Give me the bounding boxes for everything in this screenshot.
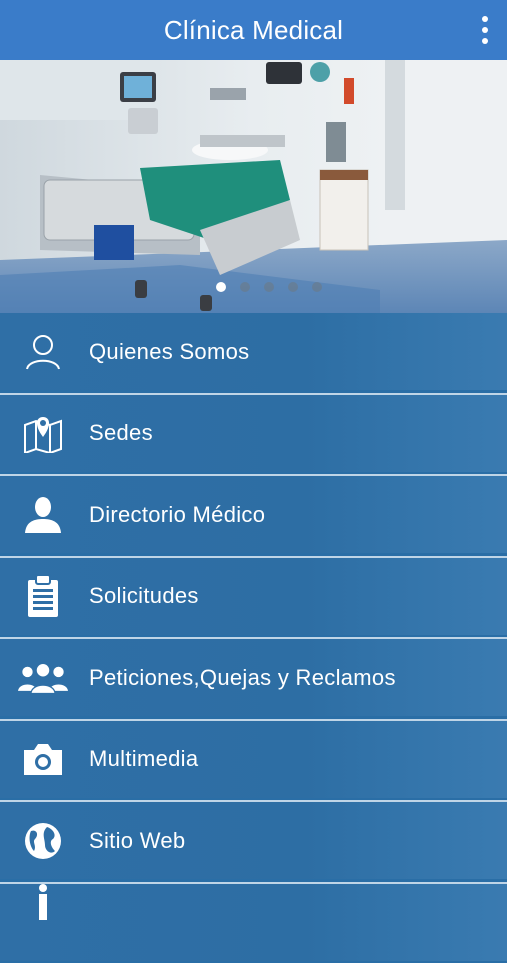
menu-item-label: Solicitudes	[89, 583, 199, 608]
carousel-pager	[0, 282, 507, 292]
hero-carousel[interactable]	[0, 60, 507, 313]
menu-item-quienes-somos[interactable]: Quienes Somos	[0, 313, 507, 390]
menu-item-label: Sitio Web	[89, 827, 186, 853]
pager-dot[interactable]	[287, 282, 298, 292]
pager-dot[interactable]	[311, 282, 322, 292]
clipboard-icon	[18, 574, 68, 618]
menu-item-sedes[interactable]: Sedes	[0, 394, 507, 472]
menu-item-peticiones[interactable]: Peticiones,Quejas y Reclamos	[0, 639, 507, 716]
menu-item-label: Peticiones,Quejas y Reclamos	[89, 664, 396, 690]
menu-item-multimedia[interactable]: Multimedia	[0, 720, 507, 798]
menu-item-label: Sedes	[89, 420, 153, 445]
person-outline-icon	[18, 330, 68, 374]
person-info-icon	[18, 880, 68, 924]
menu-item-sitio-web[interactable]: Sitio Web	[0, 802, 507, 879]
menu-item-label: Quienes Somos	[89, 338, 250, 364]
menu-item-label: Multimedia	[89, 746, 199, 771]
hospital-room-image	[0, 60, 507, 313]
menu-item-solicitudes[interactable]: Solicitudes	[0, 557, 507, 635]
menu-item-label: Directorio Médico	[89, 501, 266, 527]
globe-icon	[18, 819, 68, 863]
main-menu: Quienes Somos Sedes Directorio Médico So…	[0, 313, 507, 963]
map-pin-icon	[18, 411, 68, 455]
menu-item-directorio-medico[interactable]: Directorio Médico	[0, 476, 507, 553]
menu-item-partial[interactable]	[0, 883, 507, 961]
group-icon	[18, 656, 68, 700]
person-silhouette-icon	[18, 493, 68, 537]
app-bar: Clínica Medical	[0, 0, 507, 60]
camera-icon	[18, 737, 68, 781]
more-vert-icon[interactable]	[477, 14, 493, 46]
pager-dot[interactable]	[263, 282, 274, 292]
pager-dot[interactable]	[215, 282, 226, 292]
app-title: Clínica Medical	[163, 14, 344, 45]
pager-dot[interactable]	[239, 282, 250, 292]
